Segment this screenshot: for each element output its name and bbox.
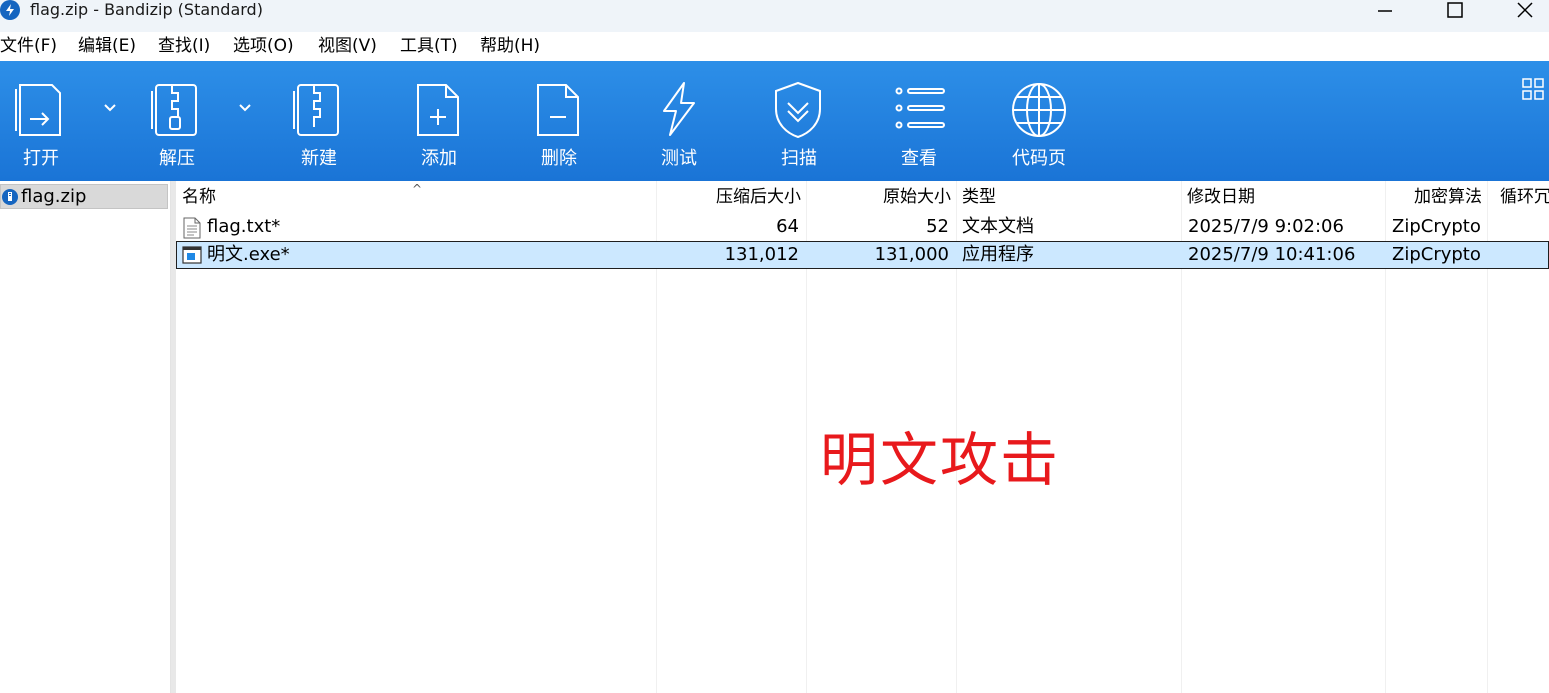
file-original-size: 131,000 — [874, 244, 949, 265]
tree-item-label: flag.zip — [21, 186, 87, 207]
menu-find[interactable]: 查找(I) — [158, 35, 210, 57]
menu-tools[interactable]: 工具(T) — [400, 35, 458, 57]
sort-ascending-icon: ^ — [412, 182, 423, 196]
column-header-type[interactable]: 类型 — [962, 181, 996, 213]
window-title: flag.zip - Bandizip (Standard) — [30, 0, 263, 19]
table-row[interactable]: flag.txt* 64 52 文本文档 2025/7/9 9:02:06 Zi… — [176, 214, 1549, 242]
globe-icon — [1012, 83, 1066, 137]
shield-icon — [775, 81, 821, 139]
application-exe-icon — [182, 246, 202, 264]
list-icon — [895, 87, 945, 129]
view-button[interactable]: 查看 — [864, 61, 974, 181]
maximize-button[interactable] — [1430, 0, 1480, 28]
new-archive-icon — [293, 84, 339, 136]
file-name: 明文.exe* — [207, 244, 290, 265]
file-type: 文本文档 — [962, 216, 1034, 237]
menu-help[interactable]: 帮助(H) — [480, 35, 540, 57]
extract-label: 解压 — [159, 148, 195, 169]
tree-item-archive[interactable]: flag.zip — [0, 184, 168, 209]
close-icon — [1517, 2, 1533, 18]
file-name: flag.txt* — [207, 216, 281, 237]
close-button[interactable] — [1500, 0, 1549, 28]
column-header-compressed-size[interactable]: 压缩后大小 — [656, 181, 801, 213]
add-button[interactable]: 添加 — [384, 61, 494, 181]
new-archive-button[interactable]: 新建 — [264, 61, 374, 181]
column-header-name[interactable]: 名称 — [182, 181, 216, 213]
delete-file-icon — [537, 84, 579, 136]
delete-label: 删除 — [541, 148, 577, 169]
open-dropdown-chevron-icon[interactable] — [100, 97, 120, 117]
scan-button[interactable]: 扫描 — [744, 61, 854, 181]
text-file-icon — [183, 217, 201, 239]
delete-button[interactable]: 删除 — [504, 61, 614, 181]
table-row-selected[interactable]: 明文.exe* 131,012 131,000 应用程序 2025/7/9 10… — [176, 241, 1549, 269]
test-button[interactable]: 测试 — [624, 61, 734, 181]
folder-tree-panel: flag.zip — [0, 181, 171, 693]
open-button[interactable]: 打开 — [0, 61, 96, 181]
bandizip-app-icon — [0, 0, 20, 20]
maximize-icon — [1447, 2, 1463, 18]
column-header-crc[interactable]: 循环冗 — [1500, 181, 1549, 213]
file-compressed-size: 64 — [776, 216, 799, 237]
menu-view[interactable]: 视图(V) — [318, 35, 377, 57]
toolbar: 打开 解压 新建 添加 删除 测试 扫描 查看 代码页 — [0, 61, 1549, 181]
file-encryption: ZipCrypto — [1392, 216, 1481, 237]
file-compressed-size: 131,012 — [724, 244, 799, 265]
menu-file[interactable]: 文件(F) — [0, 35, 57, 57]
annotation-text: 明文攻击 — [820, 426, 1061, 494]
lightning-icon — [663, 82, 695, 136]
view-label: 查看 — [901, 148, 937, 169]
column-header-original-size[interactable]: 原始大小 — [806, 181, 951, 213]
file-encryption: ZipCrypto — [1392, 244, 1481, 265]
extract-dropdown-chevron-icon[interactable] — [235, 97, 255, 117]
column-header-encryption[interactable]: 加密算法 — [1385, 181, 1482, 213]
add-file-icon — [417, 84, 459, 136]
title-bar: flag.zip - Bandizip (Standard) — [0, 0, 1549, 32]
minimize-icon — [1378, 10, 1392, 12]
zip-archive-icon — [2, 189, 18, 205]
extract-button[interactable]: 解压 — [122, 61, 232, 181]
open-icon — [15, 84, 61, 136]
menu-edit[interactable]: 编辑(E) — [78, 35, 136, 57]
file-type: 应用程序 — [962, 244, 1034, 265]
file-modified: 2025/7/9 9:02:06 — [1188, 216, 1344, 237]
extract-icon — [151, 84, 197, 136]
codepage-button[interactable]: 代码页 — [984, 61, 1094, 181]
add-label: 添加 — [421, 148, 457, 169]
file-modified: 2025/7/9 10:41:06 — [1188, 244, 1356, 265]
open-label: 打开 — [23, 148, 59, 169]
column-header-modified[interactable]: 修改日期 — [1187, 181, 1255, 213]
layout-grid-icon[interactable] — [1522, 78, 1544, 100]
file-original-size: 52 — [926, 216, 949, 237]
menu-options[interactable]: 选项(O) — [233, 35, 294, 57]
scan-label: 扫描 — [781, 148, 817, 169]
new-label: 新建 — [301, 148, 337, 169]
menu-bar: 文件(F) 编辑(E) 查找(I) 选项(O) 视图(V) 工具(T) 帮助(H… — [0, 32, 1549, 61]
test-label: 测试 — [661, 148, 697, 169]
codepage-label: 代码页 — [1012, 148, 1066, 169]
minimize-button[interactable] — [1360, 0, 1410, 28]
